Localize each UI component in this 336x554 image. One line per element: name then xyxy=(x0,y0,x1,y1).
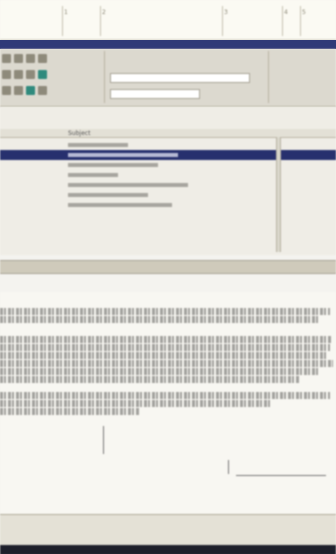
list-header: Subject xyxy=(0,129,336,138)
list-row[interactable] xyxy=(0,180,336,190)
ruler-tick xyxy=(282,6,283,36)
ruler-tick xyxy=(100,6,101,36)
row-subject-text xyxy=(68,143,128,147)
list-row[interactable] xyxy=(0,200,336,210)
row-subject-text xyxy=(68,193,148,197)
list-row[interactable] xyxy=(0,190,336,200)
toolbar-separator xyxy=(268,51,269,103)
ruler-label: 3 xyxy=(224,9,228,16)
header-strip xyxy=(0,260,336,274)
row-subject-text xyxy=(68,173,118,177)
toolbar-icon[interactable] xyxy=(26,69,35,79)
reading-pane xyxy=(0,292,336,514)
toolbar-icon[interactable] xyxy=(2,53,11,63)
ruler-label: 1 xyxy=(64,9,68,16)
window-titlebar[interactable] xyxy=(0,40,336,49)
ruler-tick xyxy=(222,6,223,36)
list-row[interactable] xyxy=(0,170,336,180)
diagram-connector xyxy=(103,426,104,454)
toolbar-row xyxy=(2,84,47,96)
taskbar xyxy=(0,545,336,554)
ruler-label: 5 xyxy=(302,9,306,16)
paragraph xyxy=(0,336,336,384)
paragraph xyxy=(0,308,336,324)
row-subject-text xyxy=(68,153,178,157)
toolbar xyxy=(0,49,336,107)
toolbar-icon[interactable] xyxy=(2,69,11,79)
ruler-label: 4 xyxy=(284,9,288,16)
list-row[interactable] xyxy=(0,140,336,150)
column-header[interactable]: Subject xyxy=(68,130,90,137)
toolbar-separator xyxy=(104,51,105,103)
toolbar-icon[interactable] xyxy=(38,53,47,63)
row-subject-text xyxy=(68,203,172,207)
paragraph xyxy=(0,392,336,416)
toolbar-icon[interactable] xyxy=(38,85,47,95)
toolbar-row xyxy=(2,68,47,80)
ruler: 1 2 3 4 5 xyxy=(0,0,336,40)
toolbar-icon[interactable] xyxy=(14,85,23,95)
reading-pane-header xyxy=(0,230,336,278)
ruler-tick xyxy=(300,6,301,36)
toolbar-row xyxy=(2,52,47,64)
list-row[interactable] xyxy=(0,160,336,170)
toolbar-icon[interactable] xyxy=(26,85,35,95)
address-input[interactable] xyxy=(110,73,250,83)
toolbar-icon[interactable] xyxy=(38,69,47,79)
filter-input[interactable] xyxy=(110,89,200,99)
diagram-connector xyxy=(236,475,326,476)
diagram-connector xyxy=(228,460,229,474)
list-row[interactable] xyxy=(0,150,336,160)
list-rows xyxy=(0,140,336,210)
status-bar xyxy=(0,514,336,554)
toolbar-icon[interactable] xyxy=(26,53,35,63)
toolbar-icon[interactable] xyxy=(14,69,23,79)
toolbar-icon[interactable] xyxy=(2,85,11,95)
ruler-tick xyxy=(62,6,63,36)
toolbar-icon[interactable] xyxy=(14,53,23,63)
ruler-label: 2 xyxy=(102,9,106,16)
row-subject-text xyxy=(68,183,188,187)
row-subject-text xyxy=(68,163,158,167)
